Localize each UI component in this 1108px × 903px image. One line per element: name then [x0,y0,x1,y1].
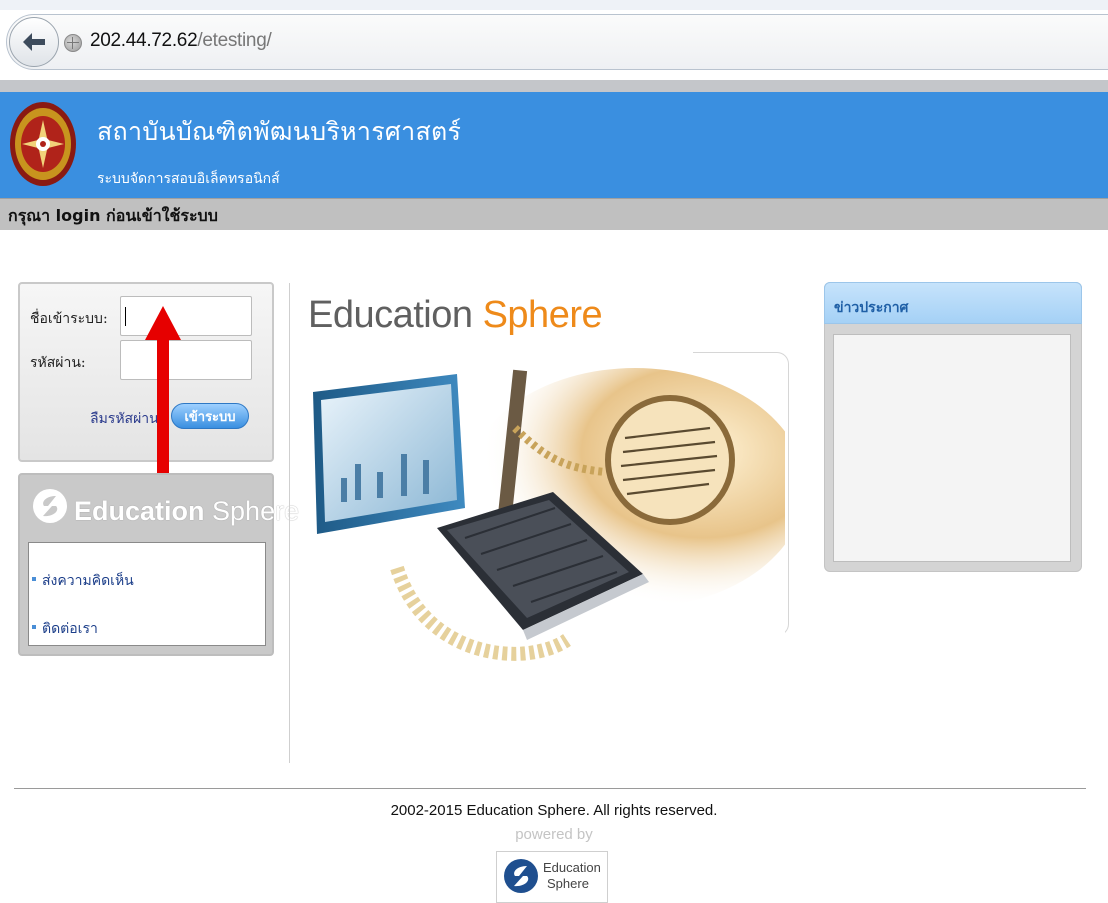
education-sphere-logo-icon [504,859,538,893]
copyright-text: 2002-2015 Education Sphere. All rights r… [390,802,718,819]
powered-logo-text: Education Sphere [543,860,601,892]
url-text[interactable]: 202.44.72.62/etesting/ [90,30,272,52]
feedback-link[interactable]: ส่งความคิดเห็น [42,570,134,592]
username-input[interactable] [120,296,252,336]
text-caret [125,307,126,326]
powered-logo-line-1: Education [543,860,601,875]
password-input[interactable] [120,340,252,380]
globe-icon [64,34,82,52]
column-divider [289,283,290,763]
institute-logo-icon [10,102,76,186]
url-host: 202.44.72.62 [90,30,198,51]
username-label: ชื่อเข้าระบบ: [30,311,108,327]
brand-word-education: Education [74,496,205,526]
login-button[interactable]: เข้าระบบ [171,403,249,429]
bullet-icon [32,577,36,581]
education-sphere-logo-text: Education Sphere [74,496,299,527]
page: 202.44.72.62/etesting/ สถาบันบัณฑิตพัฒนบ… [0,0,1108,903]
powered-by-text: powered by [515,826,593,843]
browser-toolbar-border [0,80,1108,92]
footer-divider [14,788,1086,789]
powered-logo-line-2: Sphere [547,876,589,891]
bullet-icon [32,625,36,629]
education-sphere-logo-icon [33,489,67,523]
news-content-area [833,334,1071,562]
hero-image [305,368,785,670]
brand-word-education: Education [308,294,473,336]
news-title: ข่าวประกาศ [834,300,909,316]
back-button[interactable] [9,17,59,67]
back-arrow-icon [23,33,45,51]
brand-word-sphere: Sphere [482,294,603,336]
browser-top-strip [0,0,1108,10]
password-label: รหัสผ่าน: [30,355,86,371]
site-title: สถาบันบัณฑิตพัฒนบริหารศาสตร์ [97,117,462,146]
contact-link[interactable]: ติดต่อเรา [42,618,98,640]
site-subtitle: ระบบจัดการสอบอิเล็คทรอนิกส์ [97,171,280,187]
brand-word-sphere: Sphere [212,496,300,526]
login-notice: กรุณา login ก่อนเข้าใช้ระบบ [8,206,218,225]
url-path: /etesting/ [197,30,272,51]
red-arrow-annotation [145,306,181,492]
brand-heading: Education Sphere [308,294,603,337]
